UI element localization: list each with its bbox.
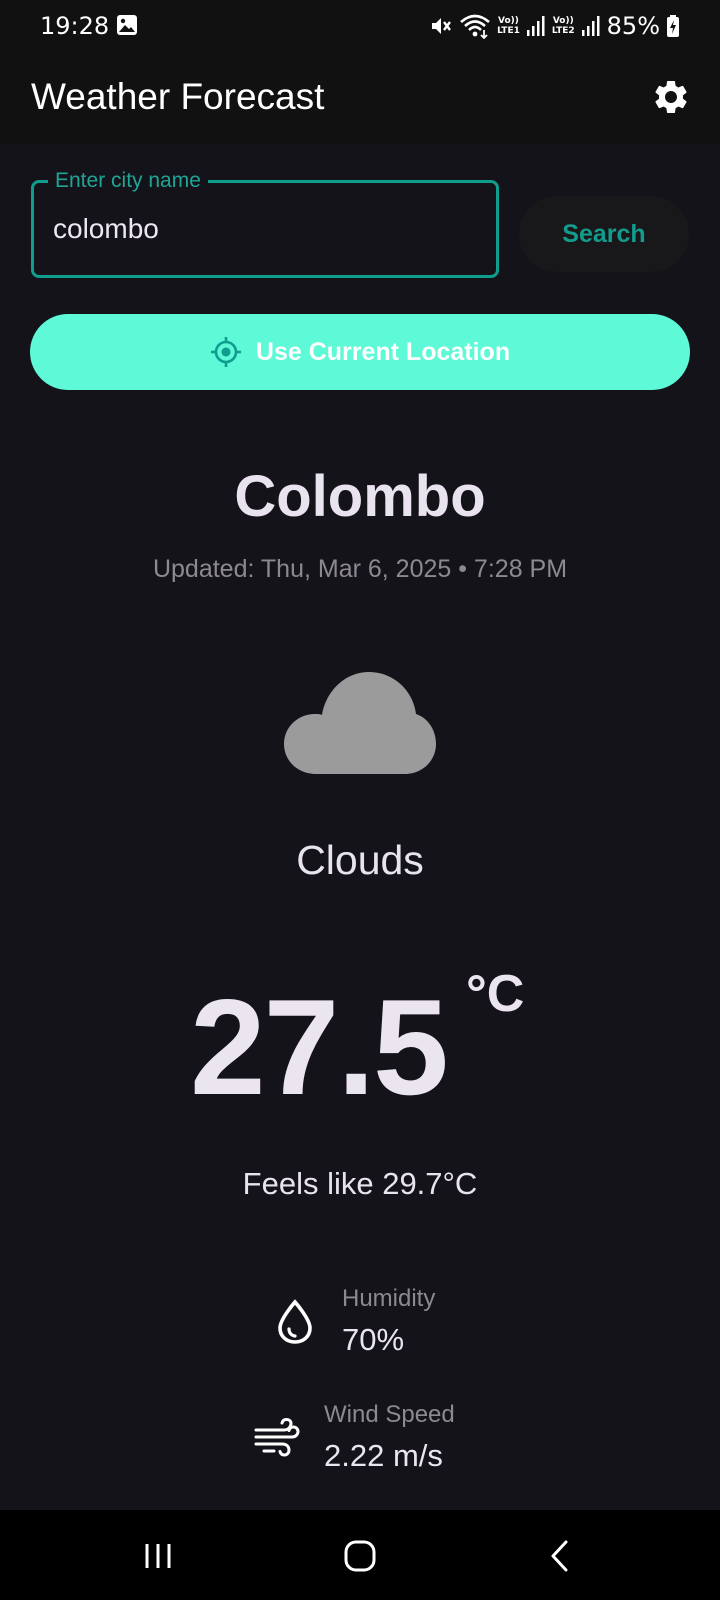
signal-icon [581,16,600,36]
wifi-icon [460,14,490,39]
temperature-value: 27.5 [190,971,449,1123]
back-button[interactable] [532,1532,588,1580]
home-icon [344,1540,376,1572]
app-bar: Weather Forecast [0,52,720,144]
recents-button[interactable] [130,1532,186,1580]
gallery-notification-icon [117,15,137,35]
city-name: Colombo [234,464,486,529]
battery-percent: 85% [606,12,660,40]
recents-icon [145,1544,171,1568]
feels-like: Feels like 29.7°C [242,1166,478,1201]
city-search-field[interactable]: Enter city name [31,167,499,278]
weather-condition: Clouds [296,837,424,883]
wind-label: Wind Speed [324,1401,455,1428]
temperature-unit: °C [466,965,525,1023]
status-indicators: Vo)) LTE1 Vo)) LTE2 85% [429,10,680,42]
crosshair-icon [210,337,241,367]
home-button[interactable] [332,1532,388,1580]
humidity-label: Humidity [342,1285,436,1312]
weather-screen: 19:28 Vo)) LTE1 Vo)) LTE2 85% Weather Fo… [0,0,720,1600]
status-bar: 19:28 Vo)) LTE1 Vo)) LTE2 85% [0,0,720,52]
sim1-label: Vo)) LTE1 [497,16,520,36]
use-current-location-button[interactable]: Use Current Location [30,314,690,390]
city-field-label: Enter city name [48,167,208,195]
wind-value: 2.22 m/s [324,1438,443,1473]
humidity-value: 70% [342,1322,405,1357]
city-input[interactable] [53,209,473,249]
gear-icon [655,80,687,113]
page-title: Weather Forecast [31,76,325,117]
mute-icon [432,18,452,34]
updated-timestamp: Updated: Thu, Mar 6, 2025 • 7:28 PM [152,555,568,583]
cloud-icon [284,672,436,774]
system-nav-bar [0,1510,720,1600]
droplet-icon [278,1299,312,1344]
status-time: 19:28 [40,12,110,40]
humidity-stat: Humidity 70% [272,1284,435,1360]
battery-charging-icon [667,15,679,37]
signal-icon [526,16,545,36]
use-current-location-label: Use Current Location [255,337,511,366]
sim2-label: Vo)) LTE2 [551,16,575,36]
settings-button[interactable] [648,74,694,120]
wind-stat: Wind Speed 2.22 m/s [254,1400,455,1476]
wind-icon [254,1418,300,1457]
search-button[interactable]: Search [519,196,689,272]
back-icon [551,1540,568,1572]
